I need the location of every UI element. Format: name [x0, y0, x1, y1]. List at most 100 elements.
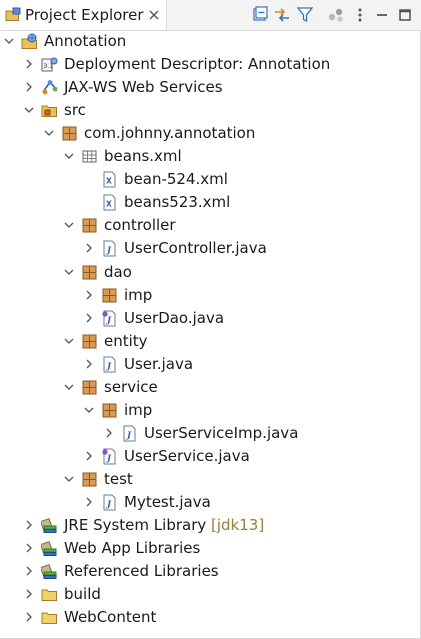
tree-item-label: UserService.java [124, 446, 250, 465]
package-icon [82, 334, 97, 349]
tree-item-label: UserController.java [124, 239, 267, 258]
chevron-right-icon[interactable] [84, 497, 94, 507]
library-icon [41, 564, 57, 580]
package-icon [102, 288, 117, 303]
java-file-icon: J [123, 425, 136, 442]
tree-item[interactable]: JAX-WS Web Services [0, 76, 421, 99]
tree-item[interactable]: dao [0, 261, 421, 284]
chevron-down-icon[interactable] [64, 220, 74, 230]
svg-text:X: X [106, 200, 112, 209]
tree-item[interactable]: J UserService.java [0, 445, 421, 468]
chevron-down-icon[interactable] [24, 105, 34, 115]
tree-item[interactable]: J User.java [0, 353, 421, 376]
tree-item-label: JAX-WS Web Services [64, 78, 223, 97]
chevron-right-icon[interactable] [24, 59, 34, 69]
minimize-icon[interactable] [373, 6, 391, 24]
chevron-right-icon[interactable] [84, 313, 94, 323]
tree-item-label: test [104, 469, 133, 488]
chevron-down-icon[interactable] [64, 336, 74, 346]
xml-file-icon: X [103, 171, 116, 188]
tree-item-label: service [104, 377, 158, 396]
chevron-down-icon[interactable] [64, 474, 74, 484]
chevron-right-icon[interactable] [24, 543, 34, 553]
tree-item-label: com.johnny.annotation [84, 124, 256, 143]
tree-item[interactable]: J UserServiceImp.java [0, 422, 421, 445]
web-services-icon [42, 80, 58, 95]
tree-item[interactable]: com.johnny.annotation [0, 122, 421, 145]
chevron-right-icon[interactable] [84, 243, 94, 253]
collapse-all-icon[interactable] [251, 6, 269, 24]
chevron-down-icon[interactable] [4, 36, 14, 46]
java-file-icon: J [103, 494, 116, 511]
tree-item[interactable]: src [0, 99, 421, 122]
tree-item-label: entity [104, 331, 148, 350]
tree-item-label: dao [104, 262, 132, 281]
xml-file-icon: X [103, 194, 116, 211]
chevron-down-icon[interactable] [64, 382, 74, 392]
view-menu-icon[interactable] [351, 6, 369, 24]
tree-item[interactable]: controller [0, 214, 421, 237]
chevron-down-icon[interactable] [64, 267, 74, 277]
chevron-right-icon[interactable] [24, 566, 34, 576]
chevron-right-icon[interactable] [104, 428, 114, 438]
tree-item[interactable]: test [0, 468, 421, 491]
chevron-down-icon[interactable] [44, 128, 54, 138]
svg-text:J: J [105, 315, 112, 325]
tree-item-label: Web App Libraries [64, 539, 201, 558]
tree-item-label: controller [104, 216, 176, 235]
tree-item[interactable]: entity [0, 330, 421, 353]
tree-item[interactable]: J UserDao.java [0, 307, 421, 330]
tree-item[interactable]: Web App Libraries [0, 537, 421, 560]
tree-item[interactable]: J UserController.java [0, 237, 421, 260]
link-with-editor-icon[interactable] [273, 6, 291, 24]
tree-item[interactable]: build [0, 583, 421, 606]
tree-item[interactable]: 3.1 Deployment Descriptor: Annotation [0, 53, 421, 76]
tree-item[interactable]: Xbean-524.xml [0, 168, 421, 191]
chevron-right-icon[interactable] [84, 451, 94, 461]
tree-item[interactable]: imp [0, 284, 421, 307]
tree-item[interactable]: beans.xml [0, 145, 421, 168]
tree-item[interactable]: Referenced Libraries [0, 560, 421, 583]
tree-item-label: Referenced Libraries [64, 562, 219, 581]
project-explorer-tab[interactable]: Project Explorer [0, 0, 167, 30]
working-sets-icon[interactable] [327, 6, 345, 24]
maximize-icon[interactable] [396, 6, 414, 24]
svg-text:J: J [105, 453, 112, 463]
tree-item-label: imp [124, 285, 153, 304]
chevron-down-icon[interactable] [64, 151, 74, 161]
chevron-right-icon[interactable] [24, 589, 34, 599]
tree-item[interactable]: Xbeans523.xml [0, 191, 421, 214]
package-icon [82, 472, 97, 487]
filter-icon[interactable] [296, 6, 314, 24]
java-file-icon: J [103, 240, 116, 257]
chevron-right-icon[interactable] [84, 359, 94, 369]
package-icon [82, 380, 97, 395]
chevron-right-icon[interactable] [24, 612, 34, 622]
project-explorer-view: Project Explorer Annotation 3.1 Deployme… [0, 0, 421, 639]
library-icon [41, 517, 57, 534]
package-icon [102, 403, 117, 418]
tree-item[interactable]: JRE System Library [jdk13] [0, 514, 421, 537]
chevron-right-icon[interactable] [84, 290, 94, 300]
tree-item[interactable]: Annotation [0, 30, 421, 53]
chevron-right-icon[interactable] [24, 82, 34, 92]
tree-item-label: Deployment Descriptor: Annotation [64, 55, 331, 74]
web-project-icon [21, 33, 37, 49]
close-icon[interactable] [148, 9, 160, 21]
chevron-right-icon[interactable] [24, 520, 34, 530]
project-tree[interactable]: Annotation 3.1 Deployment Descriptor: Anno… [0, 30, 421, 639]
tree-item-label: UserDao.java [124, 308, 225, 327]
source-folder-icon [41, 105, 57, 118]
tree-item[interactable]: WebContent [0, 606, 421, 629]
project-explorer-icon [5, 7, 21, 21]
java-interface-file-icon: J [102, 448, 116, 465]
chevron-down-icon[interactable] [84, 405, 94, 415]
svg-text:J: J [105, 361, 112, 371]
tree-item-label: Mytest.java [124, 493, 211, 511]
tree-item-label: Annotation [44, 32, 127, 50]
tree-item[interactable]: J Mytest.java [0, 491, 421, 514]
tree-item[interactable]: imp [0, 399, 421, 422]
tree-item[interactable]: service [0, 376, 421, 399]
tree-item-label: build [64, 585, 101, 604]
tree-item-label: beans.xml [104, 147, 182, 166]
